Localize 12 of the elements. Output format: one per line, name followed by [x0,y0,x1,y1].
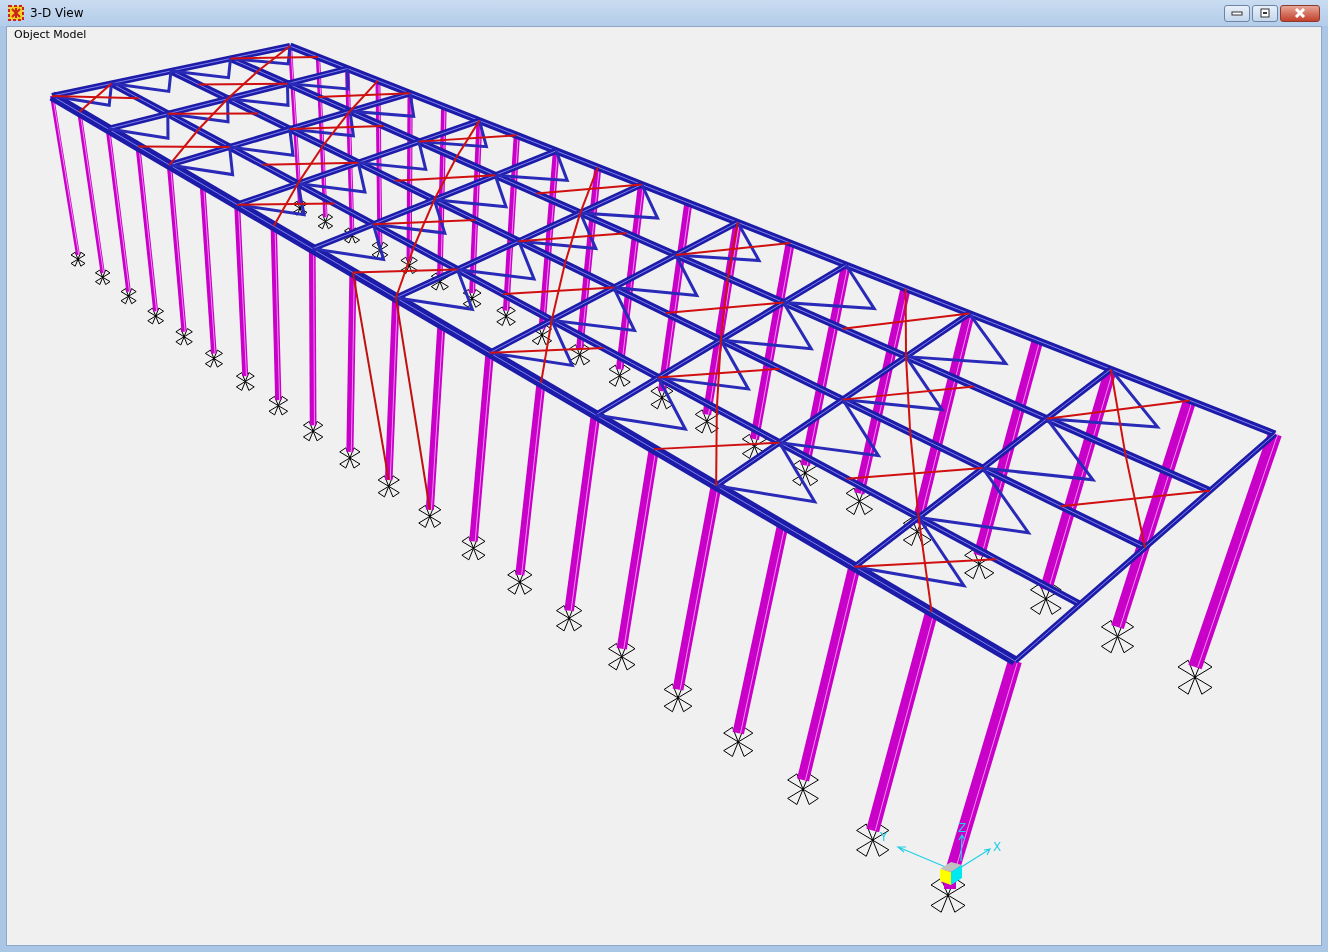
close-button[interactable] [1280,4,1320,22]
axis-label: X [993,840,1002,854]
maximize-button[interactable] [1252,4,1278,22]
axis-label: Z [958,821,967,835]
app-logo-icon [8,5,24,21]
minimize-button[interactable] [1224,4,1250,22]
close-icon [1293,8,1307,18]
minimize-icon [1231,10,1243,16]
axis-label: Y [880,830,888,844]
window-title: 3-D View [30,6,84,20]
maximize-icon [1259,8,1271,18]
view-label: Object Model [13,27,87,41]
